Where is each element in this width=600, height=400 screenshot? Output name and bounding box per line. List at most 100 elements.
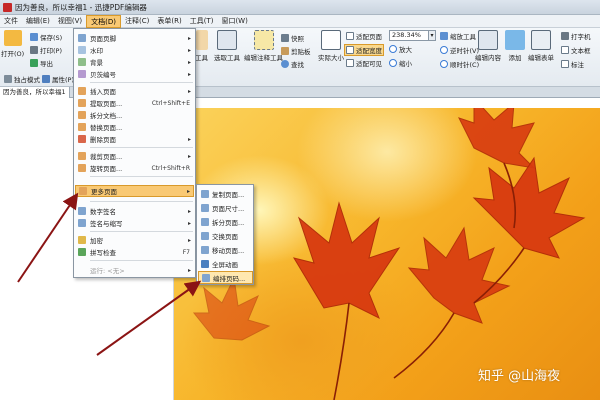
exclusive-mode-button[interactable]: 独占模式 [4,74,40,84]
menu-comment[interactable]: 注释(C) [121,15,153,28]
callout-label: 标注 [571,61,584,69]
more-pages-submenu: 复制页面... 页面尺寸... 拆分页面... 交换页面 移动页面... 全屏动… [196,184,254,285]
menu-item-spell-check[interactable]: 拼写检查 F7 [75,246,194,258]
actual-size-button[interactable]: 实际大小 [318,30,344,62]
menu-item-label: 拆分文档... [90,112,123,120]
edit-annotation-tool-button[interactable]: 编辑注释工具 [244,30,283,62]
edit-content-button[interactable]: 编辑内容 [475,30,501,62]
fit-page-button[interactable]: 适配页面 [346,31,382,41]
rotate-ccw-button[interactable]: 逆时针(V) [440,45,479,55]
fit-visible-button[interactable]: 适配可见 [346,58,382,68]
watermark-icon [78,46,86,54]
submenu-item-label: 页面尺寸... [212,204,245,213]
menu-item-replace-pages[interactable]: 替换页面... [75,121,194,133]
menu-separator [90,176,193,177]
submenu-item-swap-pages[interactable]: 交换页面 [198,229,253,242]
menu-item-crop-pages[interactable]: 裁剪页面... ▸ [75,150,194,162]
clipboard-button[interactable]: 剪贴板 [281,46,311,56]
zoom-in-label: 放大 [399,46,412,54]
zoom-tool-button[interactable]: 缩放工具 [440,31,476,41]
submenu-item-fullscreen-animation[interactable]: 全屏动画 [198,257,253,270]
menu-item-watermark[interactable]: 水印 ▸ [75,44,194,56]
menu-item-split-document[interactable]: 拆分文档... [75,109,194,121]
save-button[interactable]: 保存(S) [30,32,62,42]
export-button[interactable]: 导出 [30,58,53,68]
zoom-tool-icon [440,32,448,40]
submenu-item-duplicate-pages[interactable]: 复制页面... [198,187,253,200]
menu-item-extract-pages[interactable]: 提取页面... Ctrl+Shift+E [75,97,194,109]
hand-icon [195,30,208,50]
menu-item-label: 提取页面... [90,100,123,108]
typewriter-label: 打字机 [571,33,591,41]
shortcut-text: F7 [182,248,190,256]
menu-item-sign-initials[interactable]: 签名与缩写 ▸ [75,217,194,229]
zoom-input[interactable]: 238.34% [389,30,429,41]
menu-item-label: 贝茨编号 [90,71,116,79]
menu-item-rotate-pages[interactable]: 旋转页面... Ctrl+Shift+R [75,162,194,174]
menu-item-run[interactable]: 运行: <无> ▸ [75,264,194,276]
shortcut-text: Ctrl+Shift+E [151,99,190,107]
add-button[interactable]: 添加 [505,30,525,62]
menu-document[interactable]: 文档(D) [86,14,122,28]
document-tab[interactable]: 因为善良，所以幸福1 [0,87,70,98]
save-icon [30,33,38,41]
menu-item-digital-signature[interactable]: 数字签名 ▸ [75,205,194,217]
find-icon [281,60,289,68]
snapshot-button[interactable]: 快照 [281,33,304,43]
title-bar: 因为善良，所以幸福1 - 迅捷PDF编辑器 [0,0,600,15]
window-title: 因为善良，所以幸福1 - 迅捷PDF编辑器 [15,2,147,12]
submenu-item-page-size[interactable]: 页面尺寸... [198,201,253,214]
menu-item-label: 运行: <无> [90,267,125,275]
clipboard-icon [281,47,289,55]
zoom-dropdown-icon[interactable]: ▾ [429,30,436,41]
find-button[interactable]: 查找 [281,59,304,69]
submenu-item-move-pages[interactable]: 移动页面... [198,243,253,256]
hand-tool-button[interactable]: 工具 [195,30,208,62]
zoom-in-button[interactable]: 放大 [389,44,412,54]
export-icon [30,59,38,67]
edit-annotation-tool-label: 编辑注释工具 [244,54,283,62]
print-button[interactable]: 打印(P) [30,45,62,55]
callout-button[interactable]: 标注 [561,59,584,69]
menu-item-insert-pages[interactable]: 插入页面 ▸ [75,85,194,97]
zoom-out-button[interactable]: 缩小 [389,58,412,68]
callout-icon [561,60,569,68]
submenu-arrow-icon: ▸ [187,70,191,78]
menu-item-delete-pages[interactable]: 删除页面 ▸ [75,133,194,145]
menu-separator [90,147,193,148]
menu-item-background[interactable]: 背景 ▸ [75,56,194,68]
menu-item-encrypt[interactable]: 加密 ▸ [75,234,194,246]
edit-form-button[interactable]: 编辑表单 [528,30,554,62]
submenu-item-page-numbering[interactable]: 编排页码... [198,271,253,284]
menu-tools[interactable]: 工具(T) [186,15,218,28]
zoom-out-icon [389,59,397,67]
textbox-button[interactable]: 文本框 [561,45,591,55]
menu-item-more-pages[interactable]: 更多页面 ▸ [75,185,194,197]
edit-form-icon [531,30,551,50]
menu-file[interactable]: 文件 [0,15,22,28]
menu-edit[interactable]: 编辑(E) [22,15,54,28]
submenu-arrow-icon: ▸ [187,34,191,42]
textbox-icon [561,46,569,54]
menu-form[interactable]: 表单(R) [153,15,185,28]
extract-pages-icon [78,99,86,107]
shortcut-text: Ctrl+Shift+R [151,164,190,172]
select-tool-button[interactable]: 选取工具 [214,30,240,62]
typewriter-button[interactable]: 打字机 [561,31,591,41]
menu-window[interactable]: 窗口(W) [217,15,251,28]
zoom-in-icon [389,45,397,53]
menu-item-label: 替换页面... [90,124,123,132]
rotate-cw-icon [440,60,448,68]
submenu-arrow-icon: ▸ [187,219,191,227]
open-button[interactable]: 打开(O) [1,30,24,58]
menu-item-bates-numbering[interactable]: 贝茨编号 ▸ [75,68,194,80]
properties-button[interactable]: 属性(P) [42,74,74,84]
submenu-item-label: 拆分页面... [212,218,245,227]
menu-item-header-footer[interactable]: 页面页脚 ▸ [75,32,194,44]
menu-separator [90,231,193,232]
fit-width-button[interactable]: 适配宽度 [344,44,384,56]
properties-icon [42,75,50,83]
menu-view[interactable]: 视图(V) [54,15,86,28]
submenu-item-split-pages[interactable]: 拆分页面... [198,215,253,228]
rotate-cw-button[interactable]: 顺时针(C) [440,59,479,69]
